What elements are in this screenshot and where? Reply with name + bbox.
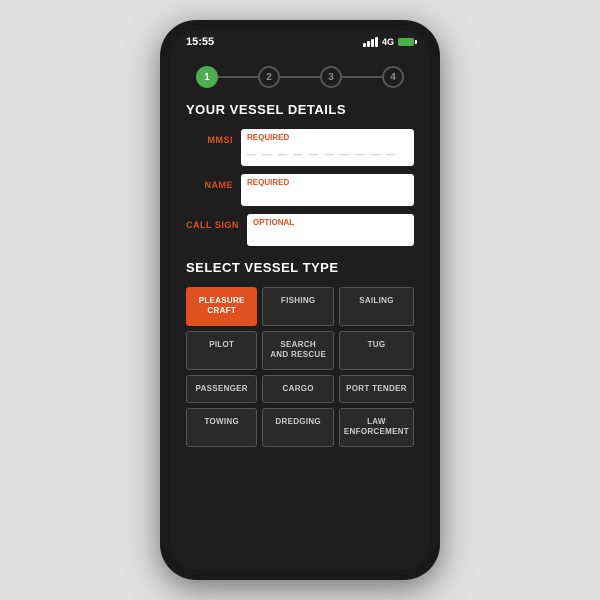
step-4: 4 (382, 66, 404, 88)
callsign-row: CALL SIGN OPTIONAL (186, 214, 414, 246)
status-time: 15:55 (186, 36, 214, 48)
progress-steps: 1 2 3 4 (186, 66, 414, 88)
vessel-btn-dredging[interactable]: DREDGING (262, 408, 333, 447)
signal-icon (363, 37, 378, 47)
mmsi-field[interactable]: REQUIRED — — — — — — — — — — (241, 129, 414, 166)
status-icons: 4G (363, 37, 414, 47)
name-row: NAME REQUIRED (186, 174, 414, 206)
callsign-field[interactable]: OPTIONAL (247, 214, 414, 246)
vessel-btn-search-rescue[interactable]: SEARCHAND RESCUE (262, 331, 333, 370)
vessel-btn-law-enforcement[interactable]: LAWENFORCEMENT (339, 408, 414, 447)
battery-icon (398, 38, 414, 46)
vessel-btn-pilot[interactable]: PILOT (186, 331, 257, 370)
callsign-optional-label: OPTIONAL (253, 218, 408, 227)
phone-frame: 15:55 4G 1 2 (160, 20, 440, 580)
vessel-btn-sailing[interactable]: SAILING (339, 287, 414, 326)
mmsi-required-label: REQUIRED (247, 133, 408, 142)
mmsi-dashes: — — — — — — — — — — (247, 149, 398, 159)
vessel-btn-passenger[interactable]: PASSENGER (186, 375, 257, 403)
name-field[interactable]: REQUIRED (241, 174, 414, 206)
vessel-type-section: SELECT VESSEL TYPE PLEASURECRAFT FISHING… (186, 260, 414, 447)
vessel-btn-tug[interactable]: TUG (339, 331, 414, 370)
vessel-btn-fishing[interactable]: FISHING (262, 287, 333, 326)
step-line-2 (280, 76, 320, 78)
vessel-btn-cargo[interactable]: CARGO (262, 375, 333, 403)
step-1: 1 (196, 66, 218, 88)
name-required-label: REQUIRED (247, 178, 408, 187)
status-bar: 15:55 4G (170, 30, 430, 52)
vessel-type-grid: PLEASURECRAFT FISHING SAILING PILOT SEAR… (186, 287, 414, 447)
step-2: 2 (258, 66, 280, 88)
vessel-btn-towing[interactable]: TOWING (186, 408, 257, 447)
step-3: 3 (320, 66, 342, 88)
vessel-details-title: YOUR VESSEL DETAILS (186, 102, 414, 117)
name-label: NAME (186, 174, 241, 190)
vessel-btn-pleasure-craft[interactable]: PLEASURECRAFT (186, 287, 257, 326)
callsign-label: CALL SIGN (186, 214, 247, 230)
vessel-btn-port-tender[interactable]: PORT TENDER (339, 375, 414, 403)
mmsi-row: MMSI REQUIRED — — — — — — — — — — (186, 129, 414, 166)
vessel-type-title: SELECT VESSEL TYPE (186, 260, 414, 275)
network-label: 4G (382, 37, 394, 47)
step-line-1 (218, 76, 258, 78)
screen-content[interactable]: 1 2 3 4 YOUR VESSEL DETAILS MMSI (170, 52, 430, 570)
step-line-3 (342, 76, 382, 78)
mmsi-label: MMSI (186, 129, 241, 145)
phone-screen: 15:55 4G 1 2 (170, 30, 430, 570)
